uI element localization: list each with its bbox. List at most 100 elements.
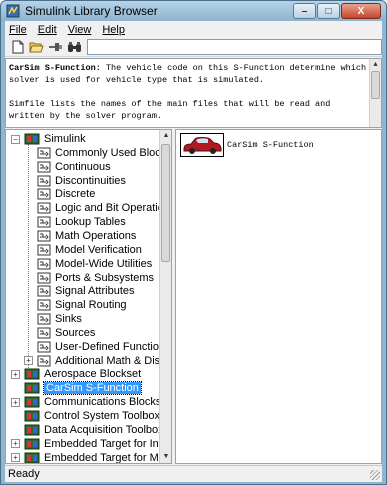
tree-item-label: Discrete [55,188,96,201]
expand-toggle-icon[interactable]: + [11,369,20,379]
library-icon [24,452,40,463]
collapse-toggle-icon[interactable]: − [11,134,20,144]
block-folder-icon [37,355,51,367]
block-folder-icon [37,175,51,187]
tree-item-sublibrary[interactable]: Model-Wide Utilities [24,257,152,271]
tree-item-label: Commonly Used Blocks [55,146,172,159]
tree-item-sublibrary[interactable]: Signal Attributes [24,284,135,298]
block-folder-icon [37,147,51,159]
tree-item-sublibrary[interactable]: + Additional Math & Discrete [24,354,172,368]
tree-selected-label: CarSim S-Function [43,381,142,396]
tree-item-carsim[interactable]: CarSim S-Function [11,381,142,396]
tree-item-label: Model-Wide Utilities [55,257,153,270]
status-bar: Ready [5,465,382,482]
menu-help-label: Help [102,23,125,36]
simulink-app-icon [6,4,20,18]
tree-item-label: Signal Attributes [55,285,135,298]
tree-item-library[interactable]: Control System Toolbox [11,409,160,423]
tree-item-sublibrary[interactable]: Sources [24,326,95,340]
maximize-button[interactable]: □ [317,3,340,19]
resize-grip-icon[interactable] [370,470,380,480]
block-pane: CarSim S-Function [175,129,382,464]
tree-item-library[interactable]: + Embedded Target for Motoro [11,451,171,463]
carsim-block[interactable] [180,133,224,157]
tree-item-label: Additional Math & Discrete [55,354,172,367]
library-icon [24,396,40,408]
search-input[interactable] [87,39,382,55]
find-button[interactable] [67,39,83,55]
expand-toggle-icon[interactable]: + [11,453,20,463]
library-tree: − Simulink Commonly Used Blocks Continuous D… [5,129,172,464]
tree-item-sublibrary[interactable]: Discrete [24,187,95,201]
tree-item-label: Sinks [55,313,82,326]
tree-item-label: Ports & Subsystems [55,271,155,284]
description-paragraph-1: CarSim S-Function: The vehicle code on t… [9,62,367,86]
window-title: Simulink Library Browser [25,4,158,18]
tree-item-sublibrary[interactable]: User-Defined Functions [24,340,171,354]
tree-item-sublibrary[interactable]: Signal Routing [24,298,127,312]
tree-scroll-thumb[interactable] [161,144,170,262]
tree-item-library[interactable]: Data Acquisition Toolbox [11,423,164,437]
library-icon [24,382,40,394]
status-text: Ready [8,468,40,480]
block-folder-icon [37,341,51,353]
tree-item-sublibrary[interactable]: Logic and Bit Operations [24,201,172,215]
block-folder-icon [37,327,51,339]
expand-toggle-icon[interactable]: + [11,397,20,407]
new-model-button[interactable] [10,39,26,55]
description-scrollbar[interactable]: ▲ [369,59,381,127]
tree-item-library[interactable]: + Communications Blockset [11,395,171,409]
tree-item-label: Logic and Bit Operations [55,202,172,215]
block-folder-icon [37,202,51,214]
expand-toggle-icon[interactable]: + [24,356,33,366]
minimize-button[interactable]: – [293,3,316,19]
library-icon [24,424,40,436]
tree-item-label: Signal Routing [55,299,127,312]
menu-file[interactable]: File [9,24,27,36]
open-button[interactable] [29,39,45,55]
block-folder-icon [37,272,51,283]
tree-item-sublibrary[interactable]: Sinks [24,312,82,326]
tree-item-label: Continuous [55,160,111,173]
tree-item-label: User-Defined Functions [55,340,171,353]
tree-item-sublibrary[interactable]: Continuous [24,160,111,174]
block-folder-icon [37,258,51,270]
toolbar [5,38,382,57]
block-folder-icon [37,244,51,256]
tree-scrollbar[interactable]: ▲ ▼ [159,130,171,463]
scroll-up-arrow-icon[interactable]: ▲ [370,59,381,71]
tree-scroll-up-icon[interactable]: ▲ [160,130,171,142]
library-icon [24,133,40,145]
description-scroll-thumb[interactable] [371,71,380,99]
tree-scroll-down-icon[interactable]: ▼ [160,451,171,463]
tree-item-label: Sources [55,326,96,339]
menu-file-label: File [9,23,27,36]
tree-item-label: Lookup Tables [55,216,126,229]
tree-item-sublibrary[interactable]: Model Verification [24,243,142,257]
pin-button[interactable] [48,39,64,55]
tree-item-sublibrary[interactable]: Lookup Tables [24,215,126,229]
tree-item-label: Aerospace Blockset [44,368,142,381]
menu-view[interactable]: View [68,24,92,36]
tree-item-sublibrary[interactable]: Math Operations [24,229,136,243]
title-bar[interactable]: Simulink Library Browser – □ X [1,1,386,21]
tree-item-library[interactable]: + Embedded Target for Infineon [11,437,171,451]
tree-item-sublibrary[interactable]: Commonly Used Blocks [24,146,172,160]
tree-item-simulink[interactable]: − Simulink [11,132,86,146]
open-icon [29,42,44,53]
find-icon [68,42,81,52]
tree-item-sublibrary[interactable]: Ports & Subsystems [24,271,154,285]
tree-item-library[interactable]: + Aerospace Blockset [11,367,141,381]
close-button[interactable]: X [341,3,381,19]
description-paragraph-2: Simfile lists the names of the main file… [9,99,331,121]
new-model-icon [12,40,24,54]
menu-edit[interactable]: Edit [38,24,57,36]
expand-toggle-icon[interactable]: + [11,439,20,449]
red-car-icon [183,137,222,154]
tree-item-label: Embedded Target for Infineon [44,437,171,450]
menu-help[interactable]: Help [102,24,125,36]
tree-item-label: Control System Toolbox [44,410,160,422]
menu-bar: File Edit View Help [5,21,382,38]
tree-item-sublibrary[interactable]: Discontinuities [24,174,126,188]
tree-item-label: Math Operations [55,229,137,242]
